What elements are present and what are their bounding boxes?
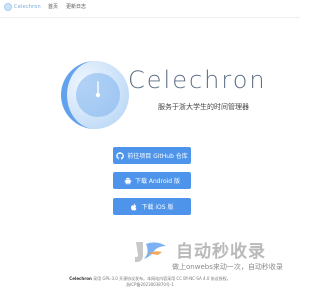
app-title: Celechron: [128, 66, 267, 94]
ios-button-label: 下载 iOS 版: [141, 204, 174, 211]
github-button-label: 前往项目 GitHub 仓库: [127, 153, 188, 160]
celechron-logo: [61, 61, 129, 129]
top-navigation-bar: Celechron 首页 更新日志: [0, 0, 300, 18]
watermark-logo-icon: [135, 242, 166, 262]
brand-name: Celechron: [14, 4, 41, 10]
download-android-button[interactable]: 下载 Android 版: [113, 172, 191, 189]
logo-clock-center: [95, 92, 101, 98]
app-subtitle: 服务于浙大学生的时间管理器: [158, 103, 249, 111]
nav-home-link[interactable]: 首页: [48, 3, 58, 10]
apple-icon: [130, 203, 138, 211]
footer-brand: Celechron: [69, 276, 92, 281]
nav-links: 首页 更新日志: [48, 3, 86, 10]
watermark-title: 自动秒收录: [176, 242, 266, 262]
footer-license-text: 采用 GPL-3.0 开源协议发布。本网站内容采用 CC BY-NC-SA 4.…: [93, 276, 231, 281]
brand[interactable]: Celechron: [4, 3, 41, 11]
android-icon: [124, 177, 132, 185]
watermark: 自动秒收录 做上onwebs来动一次，自动秒收录: [132, 235, 292, 281]
github-icon: [116, 151, 125, 160]
footer: Celechron 采用 GPL-3.0 开源协议发布。本网站内容采用 CC B…: [0, 276, 300, 288]
brand-logo-icon: [4, 3, 12, 11]
nav-changelog-link[interactable]: 更新日志: [66, 3, 86, 10]
download-ios-button[interactable]: 下载 iOS 版: [113, 198, 191, 215]
android-button-label: 下载 Android 版: [134, 178, 180, 185]
github-repo-button[interactable]: 前往项目 GitHub 仓库: [113, 147, 191, 164]
watermark-subtitle: 做上onwebs来动一次，自动秒收录: [172, 263, 283, 271]
footer-icp[interactable]: 浙ICP备2023003870号-1: [0, 282, 300, 288]
